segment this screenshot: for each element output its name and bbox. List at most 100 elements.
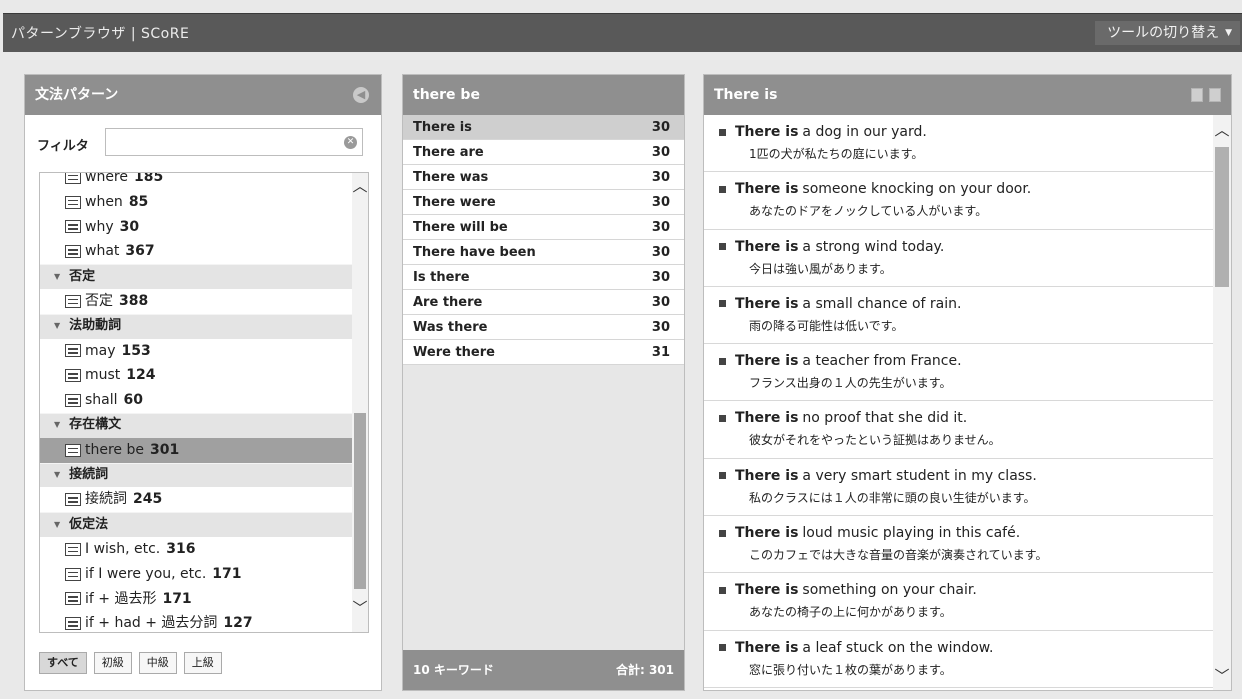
keyword-footer: 10 キーワード 合計: 301 (403, 650, 684, 690)
example-item[interactable]: There is loud music playing in this café.… (704, 516, 1213, 574)
example-english: There is loud music playing in this café. (719, 525, 1213, 541)
keyword-row[interactable]: Was there 30 (403, 315, 684, 340)
tree-scroll-thumb[interactable] (354, 413, 366, 589)
tree-category[interactable]: ▼ 否定 (40, 264, 354, 289)
scroll-down-icon[interactable]: ﹀ (352, 597, 368, 618)
expand-triangle-icon[interactable]: ▼ (54, 463, 60, 488)
example-item[interactable]: There is no proof that she did it. 彼女がそれをや… (704, 401, 1213, 459)
example-english: There is a teacher from France. (719, 353, 1213, 369)
tool-switch-button[interactable]: ツールの切り替え ▼ (1095, 21, 1240, 45)
example-item[interactable]: There is a small chance of rain. 雨の降る可能性は低… (704, 287, 1213, 345)
example-rest: a very smart student in my class. (802, 467, 1037, 484)
tree-scrollbar[interactable]: ︿ ﹀ (352, 173, 368, 632)
keyword-row[interactable]: There will be 30 (403, 215, 684, 240)
tree-category[interactable]: ▼ 接続詞 (40, 462, 354, 488)
tree-item[interactable]: if + 過去形 171 (40, 587, 354, 612)
level-button[interactable]: 初級 (93, 652, 132, 674)
tree-item-count: 185 (134, 172, 164, 185)
tree-item-count: 316 (166, 540, 196, 557)
tree-item[interactable]: why 30 (40, 215, 354, 240)
expand-triangle-icon[interactable]: ▼ (54, 314, 60, 339)
tree-item-count: 60 (123, 392, 144, 409)
examples-scroll-thumb[interactable] (1215, 147, 1229, 287)
audio-icon[interactable] (1191, 88, 1203, 102)
example-japanese: 窓に張り付いた１枚の葉があります。 (749, 662, 952, 677)
list-doc-icon (65, 294, 81, 308)
level-button[interactable]: すべて (39, 652, 87, 674)
filter-input[interactable] (105, 128, 363, 156)
scroll-up-icon[interactable]: ︿ (1213, 119, 1231, 140)
example-japanese: あなたのドアをノックしている人がいます。 (749, 204, 988, 219)
tree-item[interactable]: may 153 (40, 339, 354, 364)
keyword-row[interactable]: Are there 30 (403, 290, 684, 315)
list-doc-icon (65, 220, 81, 234)
keyword-label: There were (413, 195, 496, 210)
level-button[interactable]: 上級 (183, 652, 222, 674)
tree-item[interactable]: when 85 (40, 190, 354, 215)
tree-item[interactable]: 接続詞 245 (40, 487, 354, 512)
tree-item[interactable]: I wish, etc. 316 (40, 537, 354, 562)
keyword-row[interactable]: Is there 30 (403, 265, 684, 290)
tree-item[interactable]: if + had + 過去分詞 127 (40, 611, 354, 632)
keyword-row[interactable]: There have been 30 (403, 240, 684, 265)
example-item[interactable]: There is a dog in our yard. 1匹の犬が私たちの庭にいます… (704, 115, 1213, 173)
clear-filter-icon[interactable]: ✕ (344, 136, 357, 149)
level-button[interactable]: 中級 (138, 652, 177, 674)
tree-item[interactable]: where 185 (40, 172, 354, 190)
example-item[interactable]: There is a teacher from France. フランス出身の１人の… (704, 344, 1213, 402)
tree-category[interactable]: ▼ 存在構文 (40, 412, 354, 438)
tree-category[interactable]: ▼ 法助動詞 (40, 313, 354, 339)
tree-item-label: where (85, 172, 128, 185)
bullet-icon (719, 586, 726, 594)
tree-category[interactable]: ▼ 仮定法 (40, 512, 354, 537)
example-item[interactable]: There is someone knocking on your door. あな… (704, 172, 1213, 230)
collapse-left-icon[interactable]: ◀ (353, 87, 369, 103)
tree-item[interactable]: shall 60 (40, 388, 354, 413)
keyword-label: Were there (413, 345, 495, 360)
example-item[interactable]: There is a leaf stuck on the window. 窓に張り付… (704, 631, 1213, 688)
keyword-count-value: 30 (651, 195, 670, 210)
example-item[interactable]: There is something on your chair. あなたの椅子の上… (704, 573, 1213, 631)
title-bar: パターンブラウザ | SCoRE ツールの切り替え ▼ (3, 13, 1242, 52)
grammar-pattern-title: 文法パターン (35, 87, 119, 103)
keyword-row[interactable]: Were there 31 (403, 340, 684, 365)
scroll-down-icon[interactable]: ﹀ (1213, 665, 1231, 686)
example-rest: loud music playing in this café. (802, 525, 1021, 542)
tree-category-label: 接続詞 (69, 467, 109, 483)
example-item[interactable]: There is a very smart student in my class… (704, 459, 1213, 517)
tree-item-label: if I were you, etc. (85, 565, 207, 582)
tree-item-count: 127 (223, 615, 253, 632)
tree-item-count: 301 (150, 441, 180, 458)
example-japanese: フランス出身の１人の先生がいます。 (749, 376, 952, 391)
tree-item[interactable]: if I were you, etc. 171 (40, 562, 354, 587)
keyword-row[interactable]: There is 30 (403, 115, 684, 140)
tree-item-label: if + had + 過去分詞 (85, 615, 218, 632)
example-item[interactable]: There is a strong wind today. 今日は強い風があります。 (704, 230, 1213, 287)
list-doc-icon (65, 344, 81, 358)
example-keyword: There is (735, 410, 799, 427)
keyword-row[interactable]: There was 30 (403, 165, 684, 190)
tree-item[interactable]: what 367 (40, 239, 354, 264)
tree-item[interactable]: 否定 388 (40, 289, 354, 314)
tree-item-count: 171 (212, 565, 242, 582)
example-rest: a strong wind today. (802, 238, 945, 255)
keyword-row[interactable]: There were 30 (403, 190, 684, 215)
keyword-row[interactable]: There are 30 (403, 140, 684, 165)
tree-item-count: 153 (121, 342, 151, 359)
bullet-icon (719, 185, 726, 193)
list-doc-icon (65, 369, 81, 383)
tree-item[interactable]: there be 301 (40, 437, 354, 463)
list-doc-icon (65, 542, 81, 556)
copy-icon[interactable] (1209, 88, 1221, 102)
expand-triangle-icon[interactable]: ▼ (54, 265, 60, 290)
tree-item[interactable]: must 124 (40, 363, 354, 388)
example-keyword: There is (735, 353, 799, 370)
keyword-count: 10 キーワード (413, 663, 494, 677)
expand-triangle-icon[interactable]: ▼ (54, 413, 60, 438)
scroll-up-icon[interactable]: ︿ (352, 175, 368, 196)
expand-triangle-icon[interactable]: ▼ (54, 513, 60, 538)
bullet-icon (719, 529, 726, 537)
tree-item-count: 367 (125, 243, 155, 260)
pattern-tree: where 185 when 85 why 30 what 367 ▼ 否定 否定 388 ▼ 法助動詞 m… (39, 172, 369, 633)
examples-scrollbar[interactable]: ︿ ﹀ (1213, 115, 1231, 690)
